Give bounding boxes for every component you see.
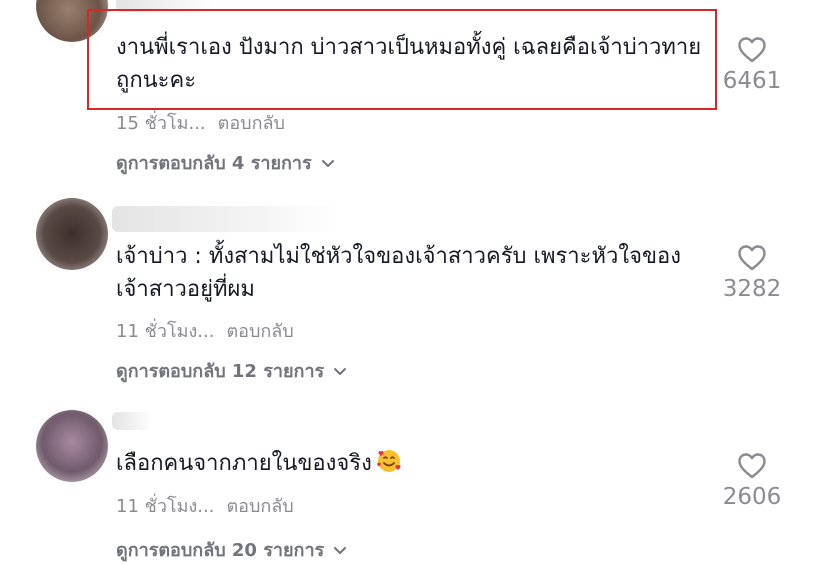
view-replies-button[interactable]: ดูการตอบกลับ 12 รายการ [116, 356, 348, 385]
smiling-face-with-hearts-icon [376, 448, 402, 484]
reply-button[interactable]: ตอบกลับ [218, 113, 285, 134]
like-count: 3282 [722, 276, 782, 302]
comment-meta: 11 ชั่วโมง... ตอบกลับ [116, 491, 294, 520]
like-button[interactable]: 6461 [722, 36, 782, 94]
view-replies-label: ดูการตอบกลับ 4 รายการ [116, 153, 312, 174]
like-button[interactable]: 3282 [722, 244, 782, 302]
comment-time: 11 ชั่วโมง... [116, 496, 215, 517]
chevron-down-icon [321, 159, 334, 167]
comment-text-row: เลือกคนจากภายในของจริง [116, 447, 706, 484]
like-button[interactable]: 2606 [722, 452, 782, 510]
view-replies-button[interactable]: ดูการตอบกลับ 4 รายการ [116, 148, 336, 177]
comment-text: เลือกคนจากภายในของจริง [116, 451, 372, 476]
chevron-down-icon [334, 546, 347, 554]
like-count: 6461 [722, 68, 782, 94]
comment-meta: 11 ชั่วโมง... ตอบกลับ [116, 316, 294, 345]
view-replies-label: ดูการตอบกลับ 20 รายการ [116, 540, 325, 561]
comment-meta: 15 ชั่วโม... ตอบกลับ [116, 108, 285, 137]
commenter-name-blurred[interactable] [112, 206, 338, 232]
commenter-avatar[interactable] [36, 198, 108, 270]
reply-button[interactable]: ตอบกลับ [226, 496, 293, 517]
chevron-down-icon [334, 367, 347, 375]
comment-time: 15 ชั่วโม... [116, 113, 206, 134]
like-count: 2606 [722, 484, 782, 510]
highlight-box [87, 9, 717, 110]
view-replies-button[interactable]: ดูการตอบกลับ 20 รายการ [116, 535, 348, 564]
reply-button[interactable]: ตอบกลับ [226, 321, 293, 342]
comment-time: 11 ชั่วโมง... [116, 321, 215, 342]
heart-outline-icon [738, 453, 766, 479]
comment-text: เจ้าบ่าว : ทั้งสามไม่ใช่หัวใจของเจ้าสาวค… [116, 244, 681, 302]
view-replies-label: ดูการตอบกลับ 12 รายการ [116, 361, 325, 382]
commenter-name-blurred[interactable] [112, 412, 152, 430]
heart-outline-icon [738, 37, 766, 63]
commenter-avatar[interactable] [36, 410, 108, 482]
heart-outline-icon [738, 245, 766, 271]
